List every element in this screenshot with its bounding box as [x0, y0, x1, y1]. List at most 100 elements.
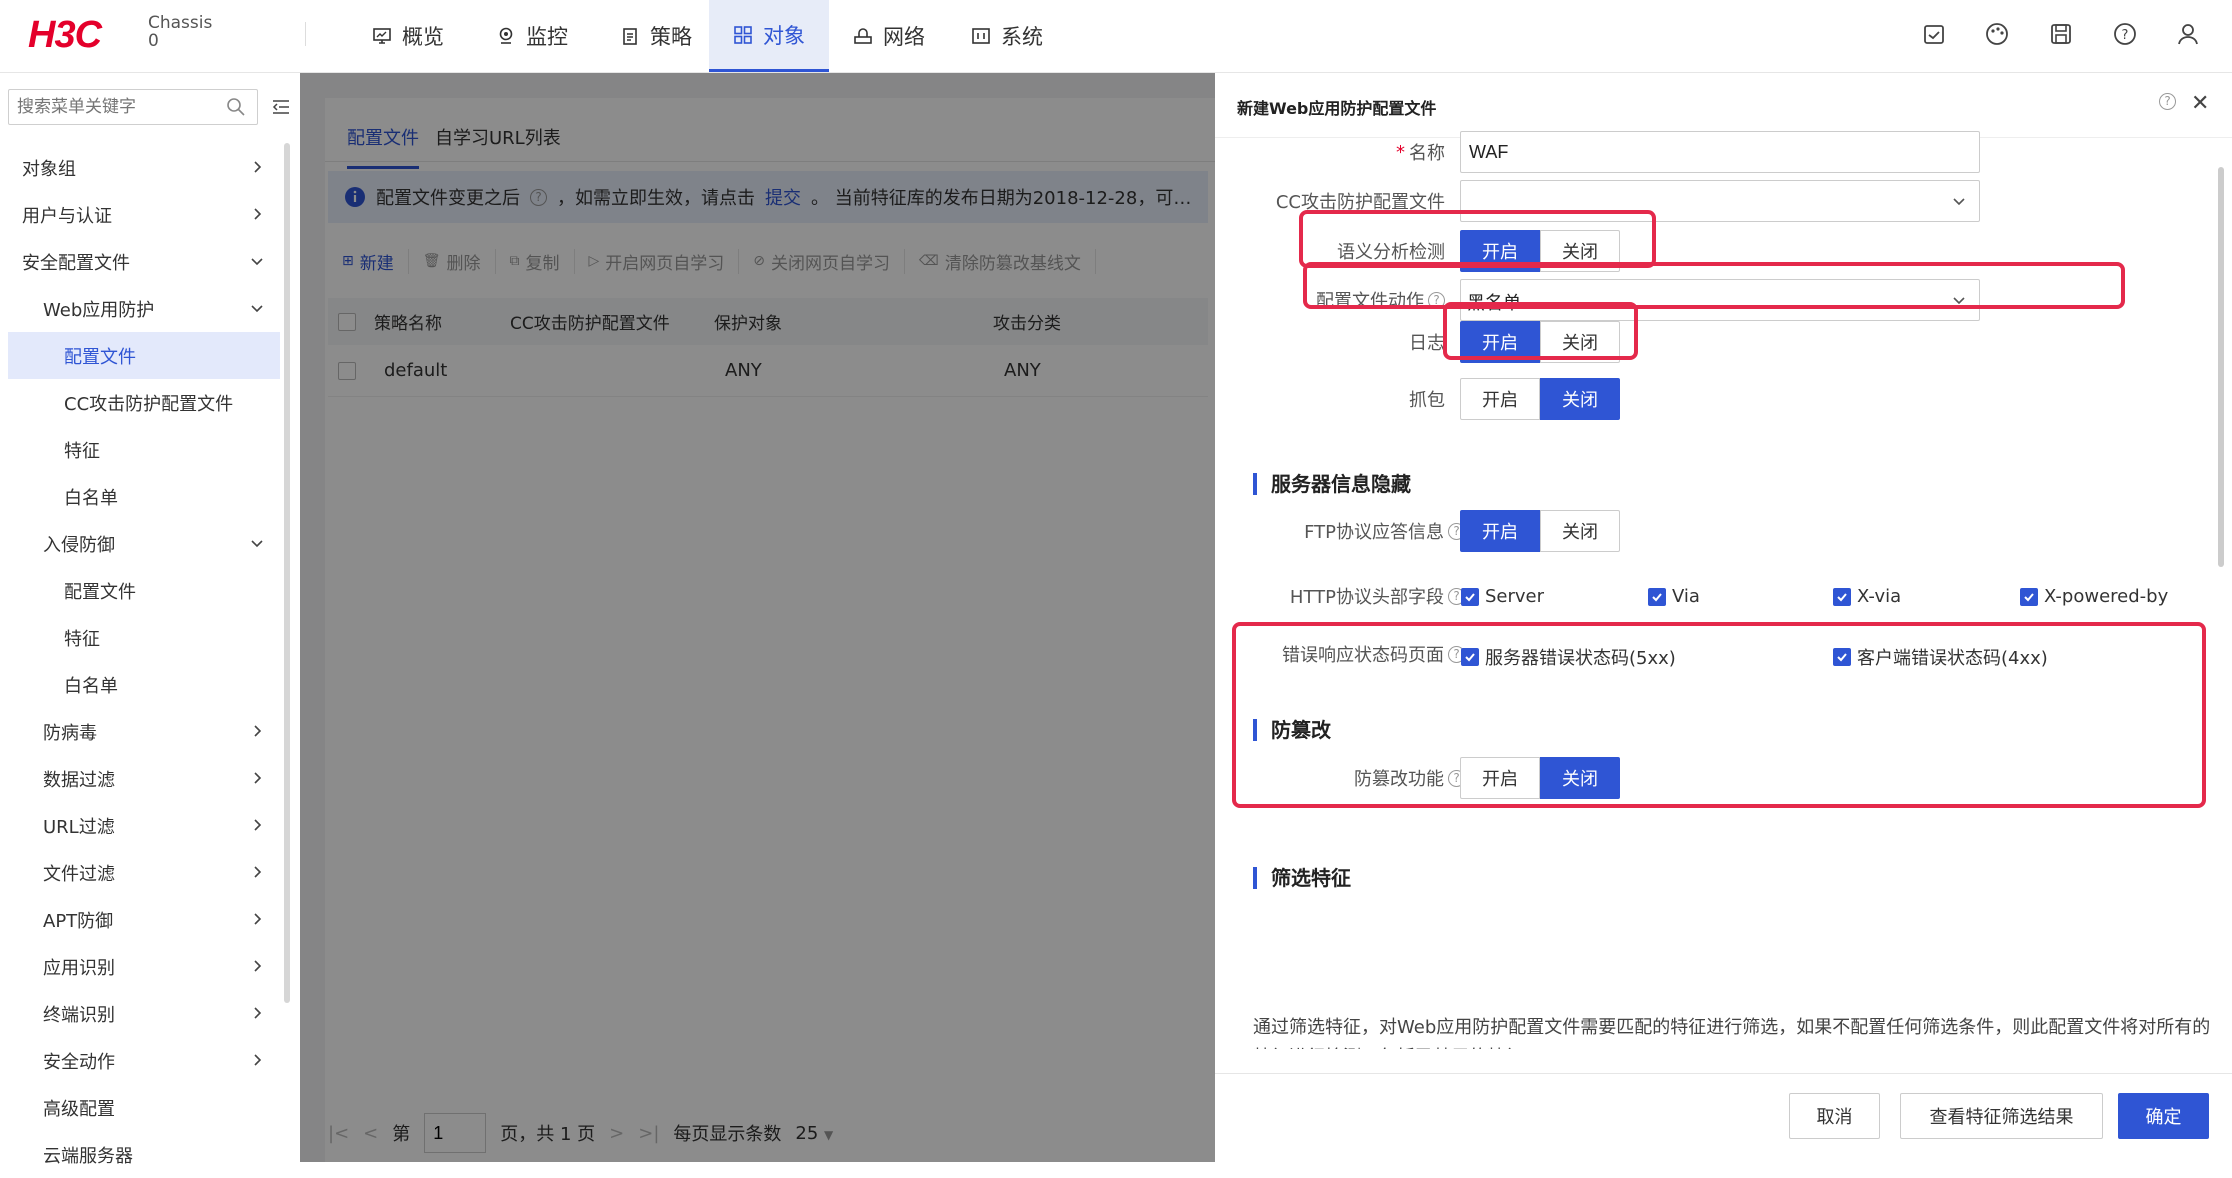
sidebar-item[interactable]: 对象组 [8, 144, 280, 191]
sidebar-item-label: 特征 [64, 628, 100, 650]
sidebar-item[interactable]: 特征 [8, 614, 280, 661]
sidebar-item[interactable]: 用户与认证 [8, 191, 280, 238]
user-icon[interactable] [2173, 19, 2203, 49]
sidebar-item[interactable]: 数据过滤 [8, 755, 280, 802]
ftp-label: FTP协议应答信息? [1235, 510, 1465, 552]
sidebar-item[interactable]: 安全动作 [8, 1037, 280, 1084]
highlight-box [1443, 302, 1638, 360]
filter-description: 通过筛选特征，对Web应用防护配置文件需要匹配的特征进行筛选，如果不配置任何筛选… [1253, 1017, 2211, 1049]
sidebar-item[interactable]: 应用识别 [8, 943, 280, 990]
sidebar-item[interactable]: 白名单 [8, 661, 280, 708]
sidebar-item[interactable]: 终端识别 [8, 990, 280, 1037]
capture-label: 抓包 [1409, 390, 1445, 411]
cancel-button[interactable]: 取消 [1789, 1093, 1880, 1139]
create-waf-profile-drawer: 新建Web应用防护配置文件 ? ✕ *名称 CC攻击防护配置文件 语义分析检测 … [1215, 73, 2232, 1162]
option-label: X-via [1857, 586, 1902, 607]
sidebar-item[interactable]: 安全配置文件 [8, 238, 280, 285]
sidebar-item[interactable]: Web应用防护 [8, 285, 280, 332]
sidebar-item[interactable]: 高级配置 [8, 1084, 280, 1131]
sidebar-item-label: 入侵防御 [43, 534, 115, 556]
http-header-label: HTTP协议头部字段? [1235, 575, 1465, 617]
sidebar-item[interactable]: 文件过滤 [8, 849, 280, 896]
nav-system[interactable]: 系统 [947, 0, 1067, 72]
nav-network[interactable]: 网络 [829, 0, 949, 72]
nav-object[interactable]: 对象 [709, 0, 829, 72]
palette-icon[interactable] [1982, 19, 2012, 49]
sidebar-item-label: 文件过滤 [43, 863, 115, 885]
confirm-button[interactable]: 确定 [2118, 1093, 2209, 1139]
chevron-down-icon [251, 540, 263, 548]
sidebar-item[interactable]: 入侵防御 [8, 520, 280, 567]
menu-search-input[interactable] [8, 89, 258, 125]
sidebar-item-label: 用户与认证 [22, 205, 112, 227]
sidebar-item-label: 白名单 [64, 675, 118, 697]
name-input[interactable] [1460, 131, 1980, 173]
checkbox-checked[interactable] [1461, 587, 1479, 606]
sidebar-item-label: 对象组 [22, 158, 76, 180]
section-tamper: 防篡改 [1253, 719, 1331, 741]
network-icon [854, 28, 872, 44]
sidebar-item[interactable]: CC攻击防护配置文件 [8, 379, 280, 426]
search-icon[interactable] [226, 97, 246, 117]
sidebar-item[interactable]: 白名单 [8, 473, 280, 520]
tamper-off-button[interactable]: 关闭 [1540, 757, 1620, 799]
capture-off-button[interactable]: 关闭 [1540, 378, 1620, 420]
http-option-x-via[interactable]: X-via [1833, 586, 1901, 607]
sidebar-item[interactable]: URL过滤 [8, 802, 280, 849]
help-icon[interactable]: ? [2110, 19, 2140, 49]
sidebar: 对象组用户与认证安全配置文件Web应用防护配置文件CC攻击防护配置文件特征白名单… [0, 73, 300, 1167]
sidebar-scrollbar[interactable] [284, 143, 290, 1003]
monitor-icon [373, 28, 391, 44]
nav-label: 概览 [402, 25, 444, 49]
sidebar-item[interactable]: 配置文件 [8, 567, 280, 614]
sidebar-item[interactable]: 防病毒 [8, 708, 280, 755]
drawer-title: 新建Web应用防护配置文件 [1237, 99, 1437, 118]
capture-on-button[interactable]: 开启 [1460, 378, 1540, 420]
help-icon[interactable]: ? [2159, 93, 2176, 110]
checkbox-checked[interactable] [1648, 587, 1666, 606]
http-option-server[interactable]: Server [1461, 586, 1544, 607]
modal-overlay[interactable] [300, 73, 1215, 1162]
chassis-indicator: Chassis 0 [148, 14, 212, 50]
ftp-on-button[interactable]: 开启 [1460, 510, 1540, 552]
sidebar-item-label: 防病毒 [43, 722, 97, 744]
collapse-menu-icon[interactable] [272, 99, 290, 115]
drawer-scrollbar[interactable] [2218, 167, 2224, 567]
sidebar-item-label: 配置文件 [64, 346, 136, 368]
view-filter-result-button[interactable]: 查看特征筛选结果 [1900, 1093, 2103, 1139]
nav-policy[interactable]: 策略 [596, 0, 716, 72]
checkbox-checked[interactable] [1833, 587, 1851, 606]
nav-overview[interactable]: 概览 [348, 0, 468, 72]
sidebar-item-label: CC攻击防护配置文件 [64, 393, 234, 415]
ftp-label-text: FTP协议应答信息 [1304, 522, 1444, 543]
ftp-off-button[interactable]: 关闭 [1540, 510, 1620, 552]
close-icon[interactable]: ✕ [2191, 91, 2209, 116]
http-option-x-powered-by[interactable]: X-powered-by [2020, 586, 2168, 607]
sidebar-item-label: 数据过滤 [43, 769, 115, 791]
sidebar-item[interactable]: APT防御 [8, 896, 280, 943]
section-filter: 筛选特征 [1253, 867, 1351, 889]
sidebar-item-label: 终端识别 [43, 1004, 115, 1026]
sidebar-item[interactable]: 云端服务器 [8, 1131, 280, 1178]
sidebar-item-label: Web应用防护 [43, 299, 155, 321]
checkbox-checked[interactable] [2020, 587, 2038, 606]
sidebar-item[interactable]: 配置文件 [8, 332, 280, 379]
drawer-footer: 取消 查看特征筛选结果 确定 [1215, 1073, 2232, 1162]
sidebar-item[interactable]: 特征 [8, 426, 280, 473]
sidebar-item-label: 安全配置文件 [22, 252, 130, 274]
chassis-label: Chassis [148, 13, 213, 33]
brand-logo[interactable]: H3C [28, 14, 102, 57]
sidebar-item-label: 安全动作 [43, 1051, 115, 1073]
sidebar-item-label: 特征 [64, 440, 100, 462]
chevron-right-icon [254, 161, 262, 173]
http-header-label-text: HTTP协议头部字段 [1289, 587, 1444, 608]
sidebar-item-label: APT防御 [43, 910, 114, 932]
chassis-number: 0 [148, 31, 159, 51]
tamper-on-button[interactable]: 开启 [1460, 757, 1540, 799]
system-icon [972, 28, 990, 44]
save-config-icon[interactable] [1919, 19, 1949, 49]
check-icon [2024, 592, 2034, 601]
disk-icon[interactable] [2046, 19, 2076, 49]
nav-monitor[interactable]: 监控 [472, 0, 592, 72]
http-option-via[interactable]: Via [1648, 586, 1700, 607]
